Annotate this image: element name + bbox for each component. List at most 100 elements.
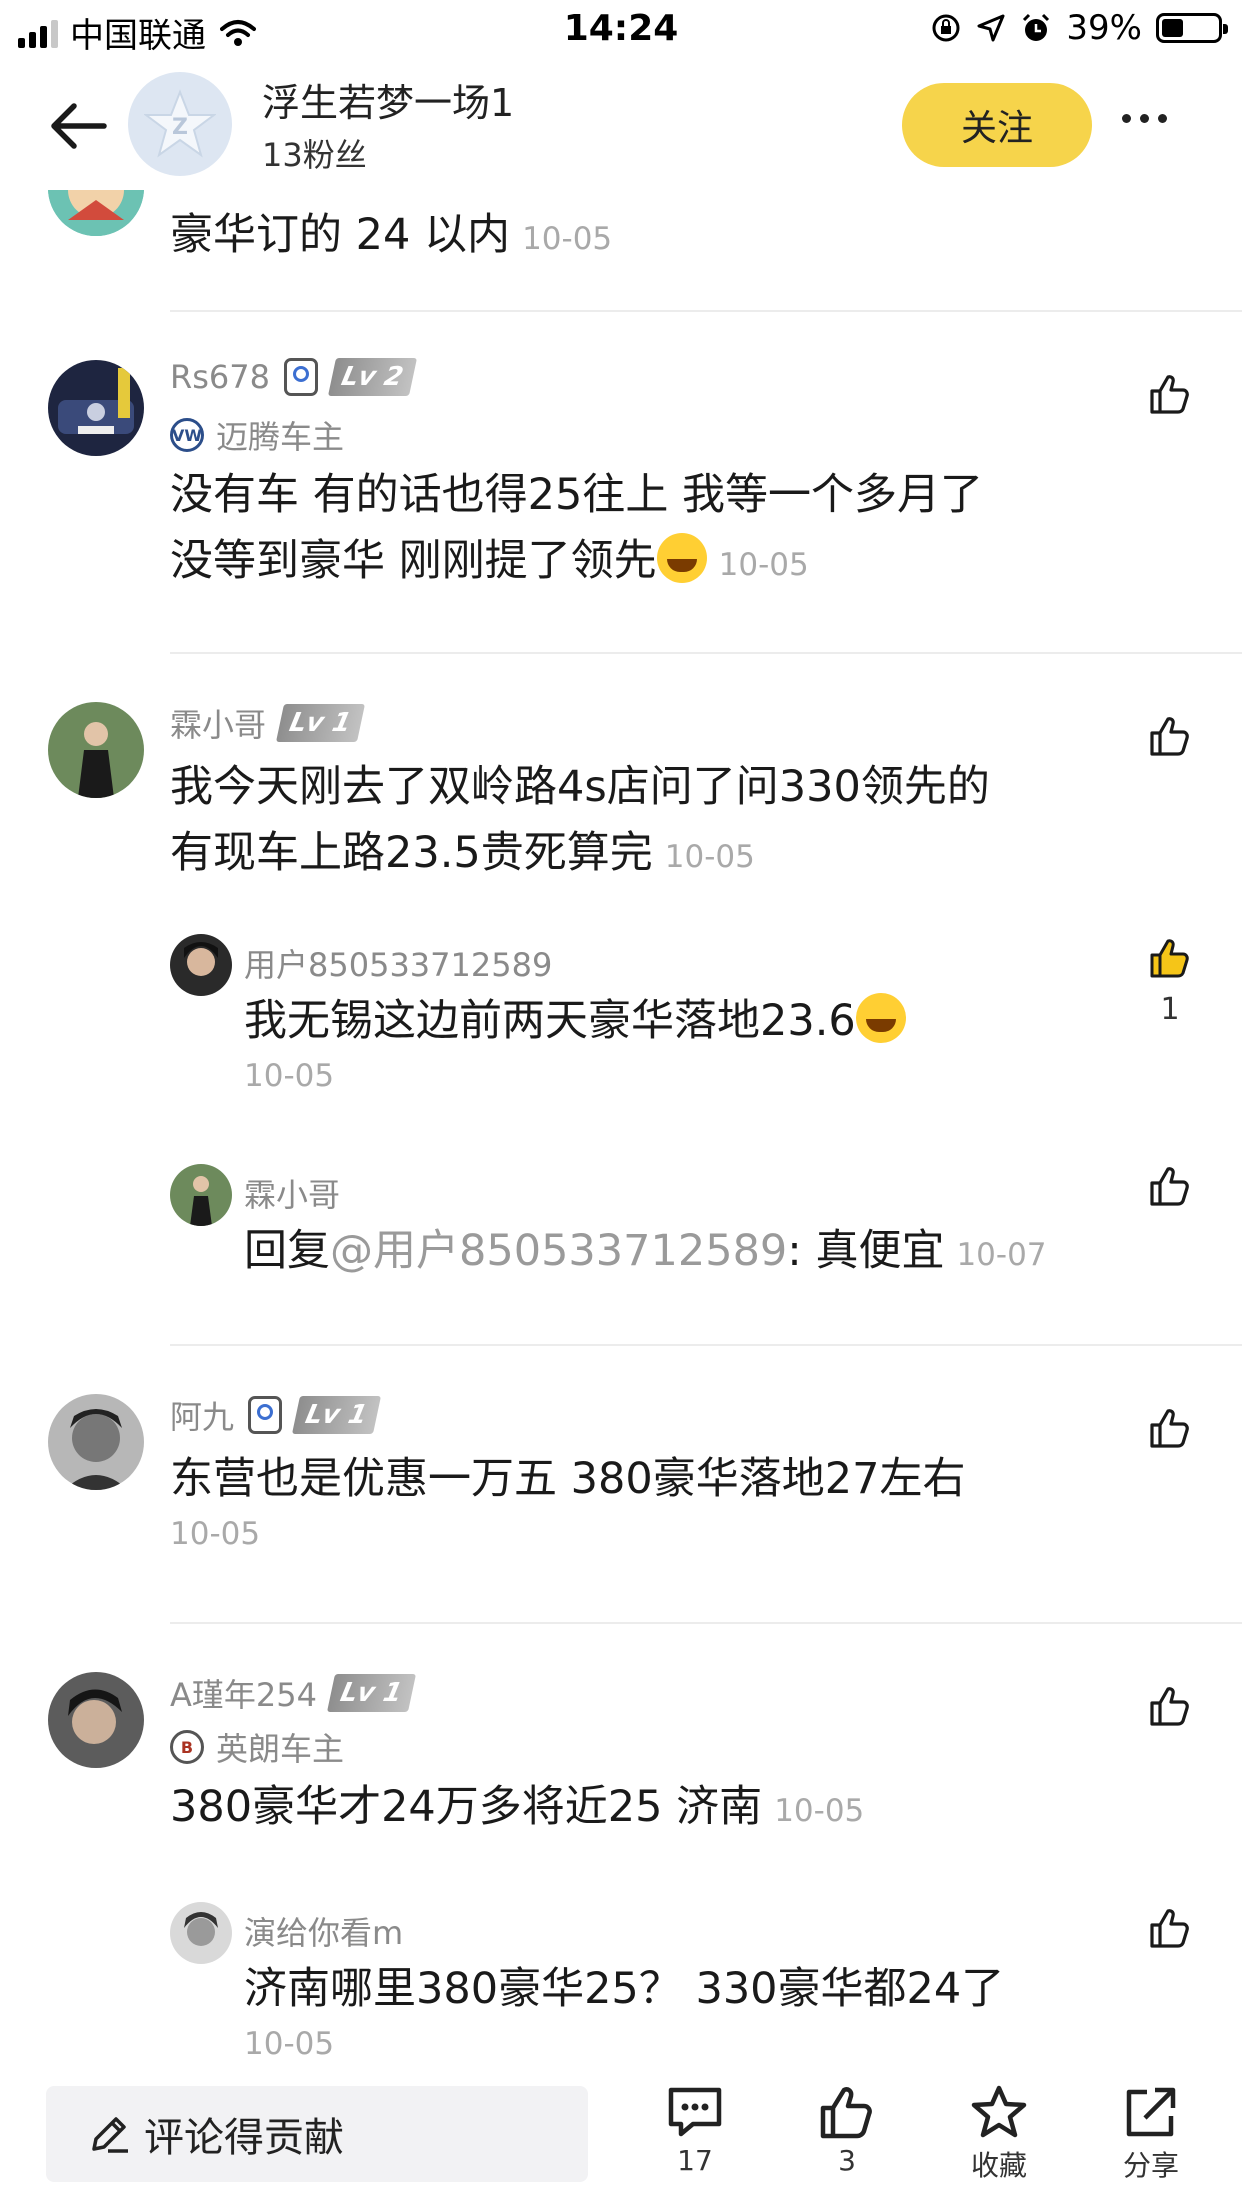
commenter-name[interactable]: 霖小哥 <box>170 700 266 746</box>
portrait-avatar <box>48 1394 144 1490</box>
reply-like-count: 1 <box>1160 992 1180 1027</box>
svg-text:Z: Z <box>172 115 188 140</box>
battery-icon <box>1156 13 1228 43</box>
portrait-avatar <box>170 934 232 996</box>
comment-item: 霖小哥 Lv 1 我今天刚去了双岭路4s店问了问330领先的 有现车上路23.5… <box>0 654 1242 1344</box>
reply-name[interactable]: 用户850533712589 <box>244 940 552 986</box>
status-right: 39% <box>930 8 1228 48</box>
commenter-avatar[interactable] <box>48 1394 144 1490</box>
like-icon[interactable] <box>1148 714 1192 758</box>
like-button[interactable]: 3 <box>792 2084 902 2177</box>
commenter-name-row: 阿九 Lv 1 <box>170 1392 381 1438</box>
thumbs-up-icon <box>820 2087 872 2139</box>
grinning-emoji-icon <box>855 993 906 1043</box>
verified-badge-icon <box>248 1396 283 1434</box>
comment-body: 380豪华才24万多将近25 济南 <box>170 1782 763 1832</box>
comment-input-placeholder: 评论得贡献 <box>144 2115 344 2161</box>
status-bar: 中国联通 14:24 39% <box>0 0 1242 62</box>
reply-avatar[interactable] <box>170 934 232 996</box>
share-icon <box>1126 2087 1176 2137</box>
comment-body: 东营也是优惠一万五 380豪华落地27左右 <box>170 1454 966 1504</box>
commenter-name[interactable]: A瑾年254 <box>170 1670 317 1716</box>
car-owner-label: 迈腾车主 <box>216 418 345 456</box>
share-button[interactable]: 分享 <box>1096 2084 1206 2184</box>
commenter-avatar[interactable] <box>48 702 144 798</box>
comment-item: 豪华订的 24 以内 10-05 <box>0 190 1242 310</box>
comment-date: 10-05 <box>774 1793 865 1829</box>
comment-date: 10-05 <box>170 1516 261 1552</box>
comment-line: 有现车上路23.5贵死算完 <box>170 828 653 878</box>
commenter-name[interactable]: 阿九 <box>170 1392 234 1438</box>
comment-text: 东营也是优惠一万五 380豪华落地27左右 <box>170 1446 965 1512</box>
like-icon[interactable] <box>1148 1406 1192 1450</box>
laughing-emoji-icon <box>656 533 707 583</box>
back-arrow-icon[interactable] <box>46 98 110 154</box>
reply-date: 10-07 <box>956 1237 1047 1273</box>
buick-logo-icon: B <box>170 1730 204 1764</box>
reply-avatar[interactable] <box>170 1902 232 1964</box>
comment-date: 10-05 <box>522 221 613 257</box>
liked-icon[interactable] <box>1148 936 1192 980</box>
commenter-avatar[interactable] <box>48 360 144 456</box>
favorite-button[interactable]: 收藏 <box>944 2084 1054 2184</box>
author-avatar[interactable]: Z <box>128 72 232 176</box>
like-icon[interactable] <box>1148 1164 1192 1208</box>
comment-text: 没有车 有的话也得25往上 我等一个多月了 没等到豪华 刚刚提了领先 10-05 <box>170 462 983 598</box>
reply-avatar[interactable] <box>170 1164 232 1226</box>
car-photo-avatar <box>48 360 144 456</box>
follow-button[interactable]: 关注 <box>902 83 1092 167</box>
comment-list[interactable]: 豪华订的 24 以内 10-05 Rs678 Lv 2 VW 迈腾车主 没有车 有… <box>0 190 1242 2060</box>
like-icon[interactable] <box>1148 372 1192 416</box>
car-owner-tag: B 英朗车主 <box>170 1724 344 1770</box>
like-icon[interactable] <box>1148 1906 1192 1950</box>
comment-input[interactable]: 评论得贡献 <box>46 2086 588 2182</box>
share-label: 分享 <box>1122 2149 1179 2182</box>
rotation-lock-icon <box>932 14 960 42</box>
comment-bubble-icon <box>668 2087 722 2137</box>
like-count: 3 <box>838 2144 856 2177</box>
like-icon[interactable] <box>1148 1684 1192 1728</box>
location-icon <box>977 14 1005 42</box>
reply-text: 回复@用户850533712589: 真便宜 10-07 <box>244 1218 1047 1288</box>
reply-date: 10-05 <box>244 1058 335 1094</box>
commenter-name-row: Rs678 Lv 2 <box>170 358 417 396</box>
portrait-avatar <box>170 1164 232 1226</box>
battery-fill <box>1162 19 1183 37</box>
reply-body: : 真便宜 <box>787 1226 945 1276</box>
comment-line: 没等到豪华 刚刚提了领先 <box>170 536 657 586</box>
comment-text: 我今天刚去了双岭路4s店问了问330领先的 有现车上路23.5贵死算完 10-05 <box>170 754 990 890</box>
commenter-avatar[interactable] <box>48 1672 144 1768</box>
star-icon <box>971 2085 1027 2138</box>
comment-line-with-date: 有现车上路23.5贵死算完 10-05 <box>170 820 990 890</box>
more-options-icon[interactable] <box>1122 114 1167 123</box>
comment-item: Rs678 Lv 2 VW 迈腾车主 没有车 有的话也得25往上 我等一个多月了… <box>0 312 1242 652</box>
volkswagen-logo-icon: VW <box>170 418 204 452</box>
portrait-avatar <box>48 1672 144 1768</box>
commenter-name[interactable]: Rs678 <box>170 358 270 396</box>
portrait-avatar <box>48 702 144 798</box>
reply-name[interactable]: 霖小哥 <box>244 1170 340 1216</box>
comment-line-with-date: 没等到豪华 刚刚提了领先 10-05 <box>170 528 983 598</box>
reply-line-with-emoji: 我无锡这边前两天豪华落地23.6 <box>244 988 906 1054</box>
comment-body: 豪华订的 24 以内 <box>170 210 511 260</box>
reply-mention-link[interactable]: @用户850533712589 <box>330 1226 787 1276</box>
comment-date: 10-05 <box>664 839 755 875</box>
reply-name-row: 演给你看m <box>244 1908 403 1954</box>
comment-item: 阿九 Lv 1 东营也是优惠一万五 380豪华落地27左右 10-05 <box>0 1346 1242 1616</box>
reply-date: 10-05 <box>244 2026 335 2060</box>
bottom-action-bar: 评论得贡献 17 3 收藏 分享 <box>0 2060 1242 2208</box>
cartoon-avatar-image <box>48 190 144 236</box>
comment-item: A瑾年254 Lv 1 B 英朗车主 380豪华才24万多将近25 济南 10-0… <box>0 1624 1242 2060</box>
author-name[interactable]: 浮生若梦一场1 <box>262 72 514 127</box>
favorite-label: 收藏 <box>970 2149 1027 2182</box>
car-owner-label: 英朗车主 <box>216 1730 345 1768</box>
default-avatar-icon: Z <box>144 89 216 158</box>
comments-button[interactable]: 17 <box>640 2084 750 2177</box>
commenter-avatar[interactable] <box>48 190 144 236</box>
author-fans-count: 13粉丝 <box>262 136 367 174</box>
reply-body: 济南哪里380豪华25？ 330豪华都24了 <box>244 1964 1005 2014</box>
reply-text: 我无锡这边前两天豪华落地23.6 <box>244 988 906 1054</box>
battery-percent: 39% <box>1066 8 1142 48</box>
reply-name[interactable]: 演给你看m <box>244 1908 403 1954</box>
level-badge: Lv 1 <box>291 1396 381 1434</box>
